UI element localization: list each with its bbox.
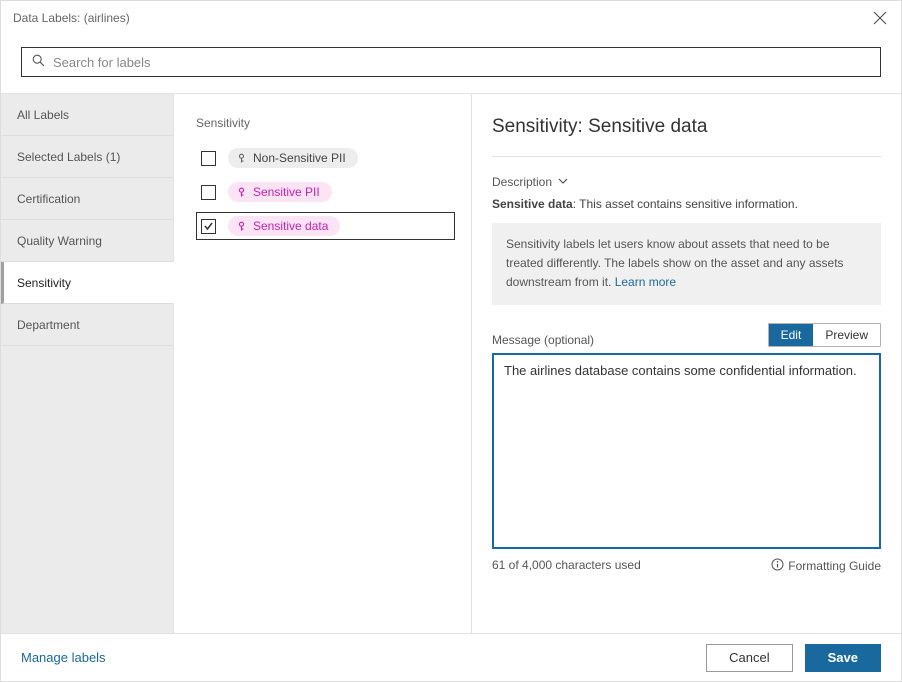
sidebar-item-department[interactable]: Department <box>1 304 173 346</box>
detail-title: Sensitivity: Sensitive data <box>492 116 881 157</box>
checkbox[interactable] <box>201 185 216 200</box>
sidebar-item-sensitivity[interactable]: Sensitivity <box>1 262 174 304</box>
search-row <box>1 35 901 93</box>
checkbox[interactable] <box>201 151 216 166</box>
label-pill: Sensitive data <box>228 216 340 236</box>
search-icon <box>32 54 45 70</box>
info-icon <box>771 558 784 574</box>
edit-toggle[interactable]: Edit <box>769 324 814 346</box>
description-label-name: Sensitive data <box>492 197 573 211</box>
formatting-guide-link[interactable]: Formatting Guide <box>771 558 881 574</box>
data-labels-dialog: Data Labels: (airlines) All Labels Selec… <box>0 0 902 682</box>
dialog-body: All Labels Selected Labels (1) Certifica… <box>1 93 901 633</box>
save-button[interactable]: Save <box>805 644 881 672</box>
manage-labels-link[interactable]: Manage labels <box>21 650 694 665</box>
search-box[interactable] <box>21 47 881 77</box>
label-pill: Non-Sensitive PII <box>228 148 358 168</box>
preview-toggle[interactable]: Preview <box>813 324 880 346</box>
search-input[interactable] <box>53 55 870 70</box>
label-pill: Sensitive PII <box>228 182 332 202</box>
sidebar-item-all-labels[interactable]: All Labels <box>1 94 173 136</box>
message-textarea[interactable] <box>492 353 881 549</box>
key-icon <box>236 221 247 232</box>
char-counter: 61 of 4,000 characters used <box>492 558 771 574</box>
detail-panel: Sensitivity: Sensitive data Description … <box>472 94 901 633</box>
description-toggle[interactable]: Description <box>492 175 881 189</box>
sidebar-item-certification[interactable]: Certification <box>1 178 173 220</box>
close-button[interactable] <box>871 9 889 27</box>
chevron-down-icon <box>558 175 568 189</box>
sidebar: All Labels Selected Labels (1) Certifica… <box>1 94 174 633</box>
sidebar-item-selected-labels[interactable]: Selected Labels (1) <box>1 136 173 178</box>
message-footer: 61 of 4,000 characters used Formatting G… <box>492 558 881 574</box>
info-box: Sensitivity labels let users know about … <box>492 223 881 305</box>
dialog-header: Data Labels: (airlines) <box>1 1 901 35</box>
message-header: Message (optional) Edit Preview <box>492 323 881 347</box>
label-row-sensitive-data[interactable]: Sensitive data <box>196 212 455 240</box>
label-list-panel: Sensitivity Non-Sensitive PII Sensitive … <box>174 94 472 633</box>
dialog-footer: Manage labels Cancel Save <box>1 633 901 681</box>
cancel-button[interactable]: Cancel <box>706 644 792 672</box>
dialog-title: Data Labels: (airlines) <box>13 11 871 25</box>
label-pill-text: Sensitive PII <box>253 185 320 199</box>
checkbox[interactable] <box>201 219 216 234</box>
learn-more-link[interactable]: Learn more <box>615 275 676 289</box>
label-pill-text: Sensitive data <box>253 219 328 233</box>
close-icon <box>873 11 887 25</box>
label-list-title: Sensitivity <box>196 116 455 130</box>
description-text: : This asset contains sensitive informat… <box>573 197 798 211</box>
label-pill-text: Non-Sensitive PII <box>253 151 346 165</box>
label-row-sensitive-pii[interactable]: Sensitive PII <box>196 178 455 206</box>
label-row-non-sensitive-pii[interactable]: Non-Sensitive PII <box>196 144 455 172</box>
message-label: Message (optional) <box>492 333 768 347</box>
description-line: Sensitive data: This asset contains sens… <box>492 197 881 211</box>
sidebar-item-quality-warning[interactable]: Quality Warning <box>1 220 173 262</box>
description-toggle-label: Description <box>492 175 552 189</box>
key-icon <box>236 153 247 164</box>
edit-preview-toggle: Edit Preview <box>768 323 881 347</box>
formatting-guide-text: Formatting Guide <box>788 559 881 573</box>
key-icon <box>236 187 247 198</box>
